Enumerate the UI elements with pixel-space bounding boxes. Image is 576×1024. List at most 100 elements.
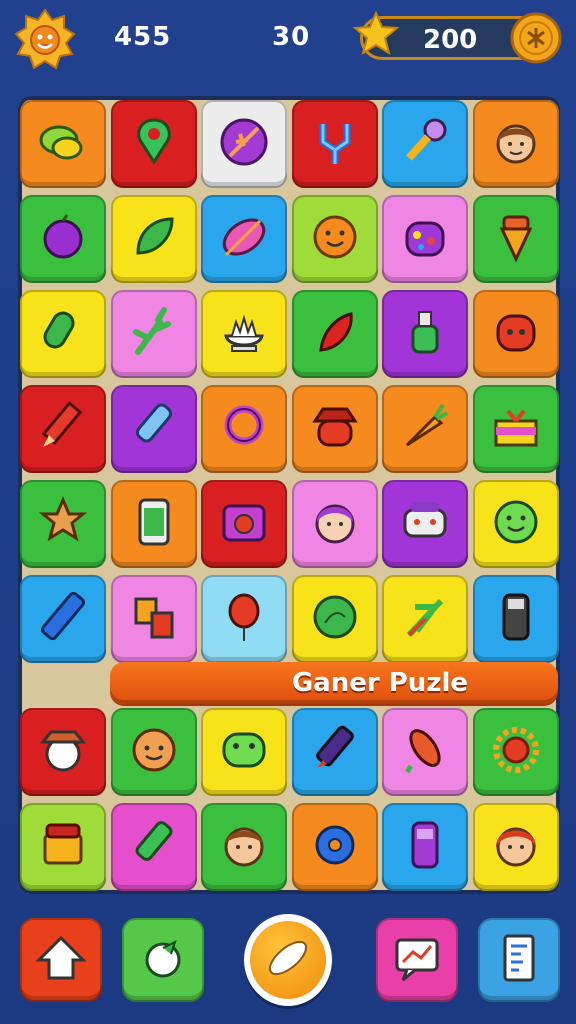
marker-green-icon: [124, 815, 184, 879]
tile-battery[interactable]: [20, 575, 106, 663]
popsicle-icon: [33, 302, 93, 366]
battery-icon: [33, 587, 93, 651]
tile-donut[interactable]: [291, 803, 378, 891]
leaf-purple-icon: [214, 112, 274, 176]
sprout-icon: [124, 302, 184, 366]
tile-green-frog[interactable]: [201, 708, 287, 796]
tile-face-brown-hair[interactable]: [472, 100, 559, 188]
tile-key[interactable]: [382, 100, 468, 188]
tile-arrow-leaf[interactable]: [382, 575, 468, 663]
tile-star-cookie[interactable]: [20, 480, 106, 568]
tile-face-boy[interactable]: [201, 803, 287, 891]
tile-cowboy-face[interactable]: [20, 708, 106, 796]
message-button[interactable]: [376, 918, 458, 1002]
chili-icon: [305, 302, 365, 366]
moves-value: 30: [272, 22, 311, 52]
balloon-icon: [214, 587, 274, 651]
tile-camera[interactable]: [201, 480, 287, 568]
tile-cabbage[interactable]: [291, 575, 378, 663]
tile-sprout[interactable]: [110, 290, 197, 378]
donut-icon: [305, 815, 365, 879]
face-purple-hair-icon: [305, 492, 365, 556]
home-button[interactable]: [20, 918, 102, 1002]
tile-gift-box[interactable]: [472, 385, 559, 473]
lion-badge-icon[interactable]: [14, 8, 76, 70]
leaf-icon: [124, 207, 184, 271]
face-icon: [124, 720, 184, 784]
tile-phone[interactable]: [110, 480, 197, 568]
feather-icon: [214, 207, 274, 271]
phone-icon: [124, 492, 184, 556]
tile-smiley[interactable]: [291, 195, 378, 283]
hat-monster-icon: [305, 397, 365, 461]
tile-face-red-hair[interactable]: [472, 803, 559, 891]
tile-device[interactable]: [472, 575, 559, 663]
tile-popsicle[interactable]: [20, 290, 106, 378]
tile-ice-cream-cone[interactable]: [472, 195, 559, 283]
tile-marker-green[interactable]: [110, 803, 197, 891]
hint-button[interactable]: [122, 918, 204, 1002]
tile-marker[interactable]: [110, 385, 197, 473]
star-cookie-icon: [33, 492, 93, 556]
tile-pencil[interactable]: [20, 385, 106, 473]
tile-lemon[interactable]: [20, 100, 106, 188]
play-button[interactable]: [244, 914, 332, 1006]
candy-jar-icon: [395, 207, 455, 271]
banner-label: Ganer Puzle: [291, 668, 468, 698]
green-frog-icon: [214, 720, 274, 784]
red-monster-icon: [486, 302, 546, 366]
tile-robot[interactable]: [382, 480, 468, 568]
tile-face-purple-hair[interactable]: [291, 480, 378, 568]
tile-balloon[interactable]: [201, 575, 287, 663]
pencil-icon: [33, 397, 93, 461]
plum-icon: [33, 207, 93, 271]
smiley-icon: [305, 207, 365, 271]
tile-face[interactable]: [110, 708, 197, 796]
tile-candy-jar[interactable]: [382, 195, 468, 283]
tile-feather[interactable]: [201, 195, 287, 283]
tile-ring[interactable]: [201, 385, 287, 473]
tile-plum[interactable]: [20, 195, 106, 283]
tile-hat-monster[interactable]: [291, 385, 378, 473]
arrow-leaf-icon: [395, 587, 455, 651]
tile-map-pin[interactable]: [110, 100, 197, 188]
sun-icon: [486, 720, 546, 784]
ice-cream-cone-icon: [486, 207, 546, 271]
star-icon: [352, 10, 400, 58]
paint-cans-icon: [124, 587, 184, 651]
map-pin-icon: [124, 112, 184, 176]
tile-bottle[interactable]: [382, 290, 468, 378]
tile-corn[interactable]: [382, 708, 468, 796]
coin-add-icon[interactable]: [510, 12, 562, 64]
tile-phone-purple[interactable]: [382, 803, 468, 891]
tile-leaf-purple[interactable]: [201, 100, 287, 188]
house-icon: [35, 932, 87, 988]
play-button-face: [250, 921, 326, 999]
corn-icon: [395, 720, 455, 784]
tile-carrot[interactable]: [382, 385, 468, 473]
cabbage-icon: [305, 587, 365, 651]
tile-tuning-fork[interactable]: [291, 100, 378, 188]
game-board: [18, 96, 560, 894]
tile-marker-dark[interactable]: [291, 708, 378, 796]
device-icon: [486, 587, 546, 651]
feather-white-icon: [262, 932, 314, 988]
tuning-fork-icon: [305, 112, 365, 176]
top-bar: 455 30 200: [0, 0, 576, 82]
tile-paint-cans[interactable]: [110, 575, 197, 663]
bottle-icon: [395, 302, 455, 366]
tile-sun[interactable]: [472, 708, 559, 796]
tile-leaf[interactable]: [110, 195, 197, 283]
tile-chili[interactable]: [291, 290, 378, 378]
tile-green-smiley[interactable]: [472, 480, 559, 568]
camera-icon: [214, 492, 274, 556]
tile-chest[interactable]: [20, 803, 106, 891]
chest-icon: [33, 815, 93, 879]
phone-purple-icon: [395, 815, 455, 879]
marker-icon: [124, 397, 184, 461]
chat-chart-icon: [391, 932, 443, 988]
tile-red-monster[interactable]: [472, 290, 559, 378]
lemon-icon: [33, 112, 93, 176]
tile-bowl[interactable]: [201, 290, 287, 378]
list-button[interactable]: [478, 918, 560, 1002]
